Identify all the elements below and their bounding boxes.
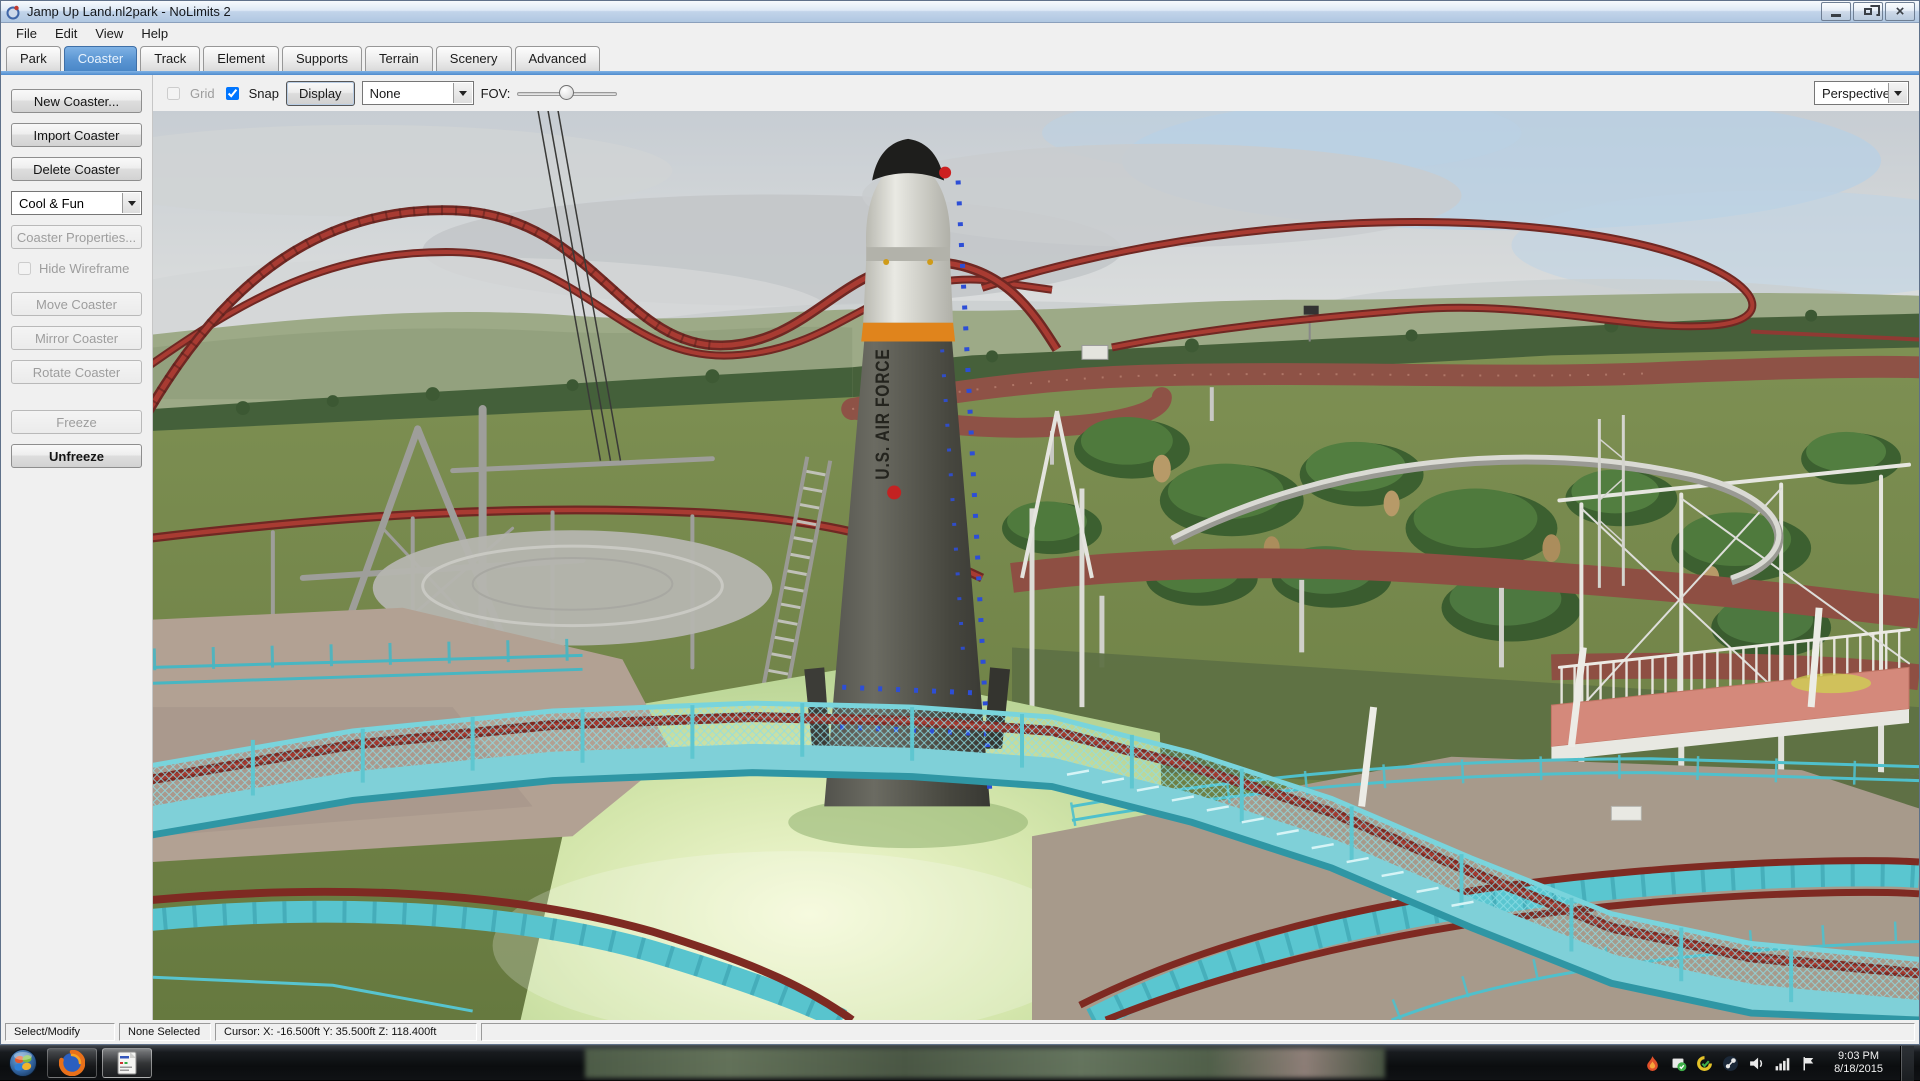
unfreeze-button[interactable]: Unfreeze <box>11 444 142 468</box>
minimize-button[interactable] <box>1821 2 1851 21</box>
tab-scenery[interactable]: Scenery <box>436 46 512 71</box>
clock-date: 8/18/2015 <box>1834 1063 1883 1076</box>
fov-slider-handle[interactable] <box>559 85 574 100</box>
mode-select-dropdown[interactable]: None <box>362 81 474 105</box>
coaster-select-value: Cool & Fun <box>19 196 84 211</box>
tab-element[interactable]: Element <box>203 46 279 71</box>
viewport-toolbar: Grid Snap Display None FOV: Perspective <box>153 75 1919 111</box>
new-coaster-button[interactable]: New Coaster... <box>11 89 142 113</box>
clock-time: 9:03 PM <box>1834 1050 1883 1063</box>
hide-wireframe-label: Hide Wireframe <box>39 261 129 276</box>
titlebar[interactable]: Jamp Up Land.nl2park - NoLimits 2 × <box>1 1 1919 23</box>
grid-label: Grid <box>190 86 215 101</box>
import-coaster-button[interactable]: Import Coaster <box>11 123 142 147</box>
steam-icon[interactable] <box>1722 1055 1739 1072</box>
coaster-properties-button[interactable]: Coaster Properties... <box>11 225 142 249</box>
minimize-icon <box>1831 14 1841 17</box>
nolimits-editor-window: Jamp Up Land.nl2park - NoLimits 2 × File… <box>0 0 1920 1045</box>
dropdown-arrow-icon <box>453 83 472 103</box>
mirror-coaster-button[interactable]: Mirror Coaster <box>11 326 142 350</box>
taskbar-wallpaper-strip <box>585 1048 1385 1078</box>
snap-label: Snap <box>249 86 279 101</box>
snap-checkbox[interactable] <box>226 87 239 100</box>
menu-help[interactable]: Help <box>132 24 177 43</box>
fov-slider[interactable] <box>517 85 617 101</box>
close-icon: × <box>1896 4 1905 19</box>
tab-park[interactable]: Park <box>6 46 61 71</box>
window-title: Jamp Up Land.nl2park - NoLimits 2 <box>27 4 231 19</box>
tab-track[interactable]: Track <box>140 46 200 71</box>
restore-icon <box>1864 8 1872 15</box>
tab-coaster[interactable]: Coaster <box>64 46 138 71</box>
menubar: File Edit View Help <box>1 23 1919 44</box>
dropbox-sync-icon[interactable] <box>1670 1055 1687 1072</box>
status-cursor: Cursor: X: -16.500ft Y: 35.500ft Z: 118.… <box>215 1023 477 1041</box>
tab-supports[interactable]: Supports <box>282 46 362 71</box>
system-tray: 9:03 PM 8/18/2015 <box>1644 1046 1920 1081</box>
mode-select-value: None <box>370 86 401 101</box>
action-center-flag-icon[interactable] <box>1800 1055 1817 1072</box>
antivirus-check-icon[interactable] <box>1696 1055 1713 1072</box>
menu-file[interactable]: File <box>7 24 46 43</box>
coaster-sidebar: New Coaster... Import Coaster Delete Coa… <box>1 75 153 1020</box>
menu-edit[interactable]: Edit <box>46 24 86 43</box>
tab-terrain[interactable]: Terrain <box>365 46 433 71</box>
hide-wireframe-row: Hide Wireframe <box>14 259 142 278</box>
statusbar: Select/Modify None Selected Cursor: X: -… <box>1 1020 1919 1044</box>
camera-mode-dropdown[interactable]: Perspective <box>1814 81 1909 105</box>
taskbar-clock[interactable]: 9:03 PM 8/18/2015 <box>1826 1050 1891 1076</box>
taskbar: 9:03 PM 8/18/2015 <box>0 1045 1920 1080</box>
show-desktop-button[interactable] <box>1900 1046 1914 1081</box>
firefox-icon <box>59 1050 85 1076</box>
start-button[interactable] <box>4 1047 42 1079</box>
fov-label: FOV: <box>481 86 511 101</box>
temperature-flame-icon[interactable] <box>1644 1055 1661 1072</box>
move-coaster-button[interactable]: Move Coaster <box>11 292 142 316</box>
freeze-button[interactable]: Freeze <box>11 410 142 434</box>
display-button[interactable]: Display <box>286 81 355 106</box>
status-mode: Select/Modify <box>5 1023 115 1041</box>
viewport-3d[interactable]: U.S. AIR FORCE <box>153 111 1919 1020</box>
dropdown-arrow-icon <box>1888 83 1907 103</box>
volume-icon[interactable] <box>1748 1055 1765 1072</box>
windows-flag-icon <box>8 1048 38 1078</box>
nolimits-editor-icon <box>116 1050 138 1076</box>
rotate-coaster-button[interactable]: Rotate Coaster <box>11 360 142 384</box>
menu-view[interactable]: View <box>86 24 132 43</box>
tabbar: Park Coaster Track Element Supports Terr… <box>1 44 1919 71</box>
sidebar-spacer <box>11 394 142 410</box>
close-button[interactable]: × <box>1885 2 1915 21</box>
tab-advanced[interactable]: Advanced <box>515 46 601 71</box>
app-icon <box>5 4 21 20</box>
hide-wireframe-checkbox[interactable] <box>18 262 31 275</box>
restore-button[interactable] <box>1853 2 1883 21</box>
network-signal-icon[interactable] <box>1774 1055 1791 1072</box>
taskbar-button-nolimits-editor[interactable] <box>102 1048 152 1078</box>
camera-mode-value: Perspective <box>1822 86 1890 101</box>
rocket-text: U.S. AIR FORCE <box>873 348 894 479</box>
dropdown-arrow-icon <box>122 193 140 213</box>
delete-coaster-button[interactable]: Delete Coaster <box>11 157 142 181</box>
coaster-select-dropdown[interactable]: Cool & Fun <box>11 191 142 215</box>
status-selection: None Selected <box>119 1023 211 1041</box>
status-empty <box>481 1023 1915 1041</box>
grid-checkbox[interactable] <box>167 87 180 100</box>
taskbar-button-firefox[interactable] <box>47 1048 97 1078</box>
